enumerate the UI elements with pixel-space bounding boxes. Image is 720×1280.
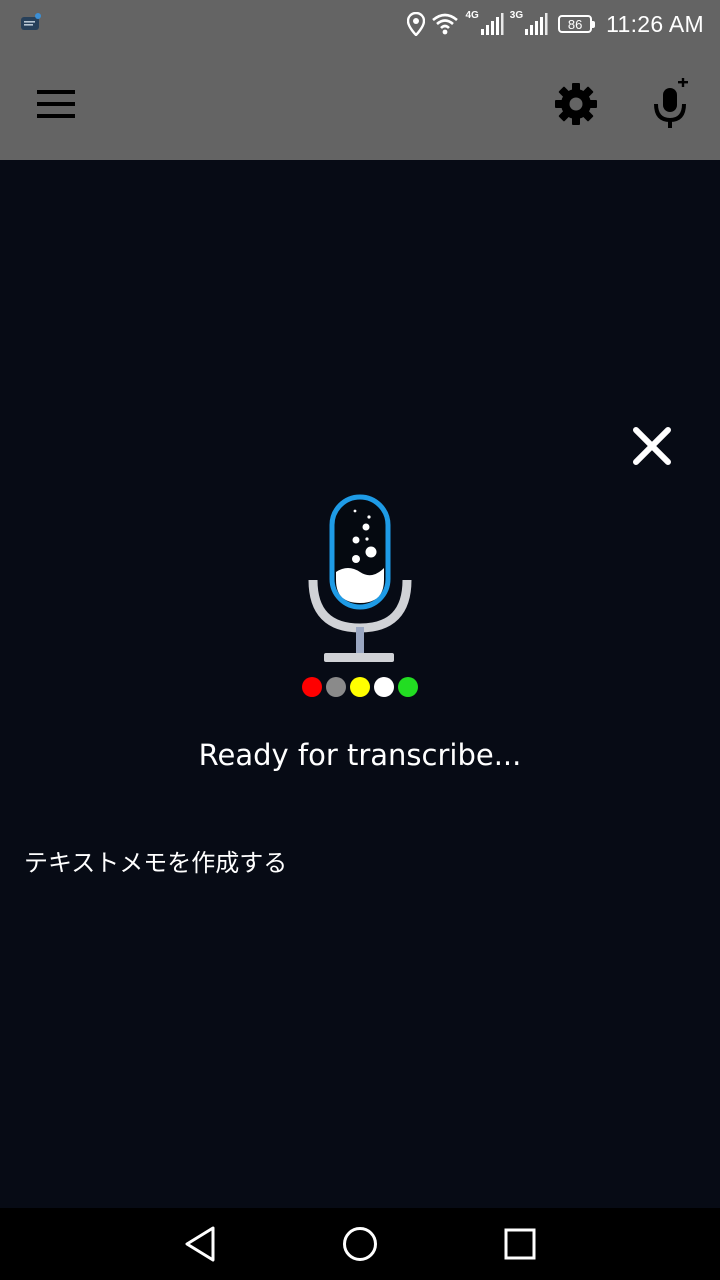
system-navigation-bar bbox=[0, 1208, 720, 1280]
status-bar: 4G 3G 86 11:26 AM bbox=[0, 0, 720, 48]
home-button[interactable] bbox=[336, 1220, 384, 1268]
home-circle-icon bbox=[343, 1227, 377, 1261]
settings-button[interactable] bbox=[548, 76, 604, 132]
microphone-plus-icon bbox=[654, 78, 688, 128]
close-button[interactable] bbox=[624, 418, 680, 474]
back-button[interactable] bbox=[176, 1220, 224, 1268]
network-3g-label: 3G bbox=[509, 9, 524, 21]
signal-icon-1 bbox=[480, 12, 504, 36]
color-dot-yellow[interactable] bbox=[350, 677, 370, 697]
transcribe-status-text: Ready for transcribe... bbox=[198, 738, 522, 772]
battery-icon: 86 bbox=[558, 15, 596, 33]
menu-button[interactable] bbox=[28, 76, 84, 132]
message-notification-icon bbox=[20, 12, 42, 34]
hamburger-menu-icon bbox=[37, 90, 75, 118]
signal-icon-2 bbox=[524, 12, 548, 36]
microphone-illustration bbox=[300, 490, 420, 670]
app-screen: 4G 3G 86 11:26 AM Ready for transcribe..… bbox=[0, 0, 720, 1280]
wifi-icon bbox=[431, 12, 459, 36]
add-voice-memo-button[interactable] bbox=[644, 72, 700, 136]
color-dot-white[interactable] bbox=[374, 677, 394, 697]
recents-button[interactable] bbox=[496, 1220, 544, 1268]
microphone-icon bbox=[308, 494, 412, 662]
back-triangle-icon bbox=[185, 1226, 215, 1262]
battery-level: 86 bbox=[567, 16, 583, 32]
app-bar bbox=[0, 48, 720, 160]
recents-square-icon bbox=[504, 1228, 536, 1260]
status-icons: 4G 3G 86 11:26 AM bbox=[407, 0, 704, 48]
color-dot-red[interactable] bbox=[302, 677, 322, 697]
network-4g-label: 4G bbox=[465, 9, 479, 21]
close-x-icon bbox=[633, 427, 671, 465]
color-selector bbox=[300, 677, 420, 699]
create-text-memo-link[interactable]: テキストメモを作成する bbox=[24, 843, 287, 878]
color-dot-green[interactable] bbox=[398, 677, 418, 697]
location-icon bbox=[407, 12, 426, 36]
status-time: 11:26 AM bbox=[606, 10, 704, 37]
color-dot-gray[interactable] bbox=[326, 677, 346, 697]
gear-icon bbox=[555, 83, 597, 125]
